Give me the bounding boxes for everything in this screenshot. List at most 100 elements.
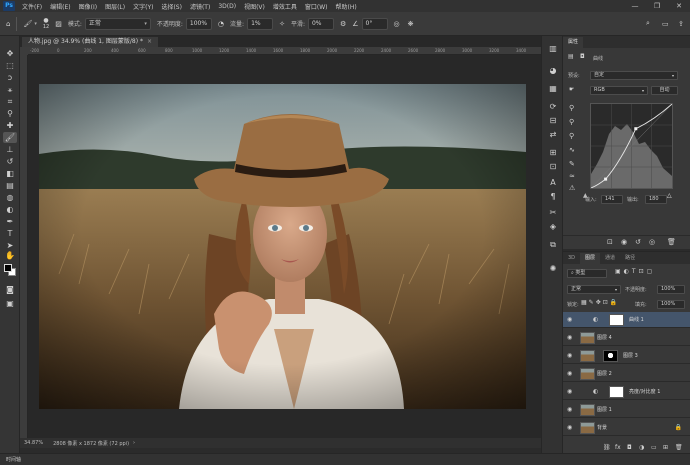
quick-mask-icon[interactable]: ◙ <box>3 284 17 295</box>
eyedropper-black-icon[interactable]: ⚲ <box>569 104 574 112</box>
auto-button[interactable]: 自动 <box>651 86 678 95</box>
pen-tool-icon[interactable]: ✒ <box>3 216 17 227</box>
status-arrow-icon[interactable]: › <box>133 440 135 446</box>
character-panel-icon[interactable]: A <box>547 178 559 188</box>
preset-select[interactable]: 自定 ▾ <box>590 71 678 80</box>
angle-input[interactable]: 0° <box>361 17 388 30</box>
menu-view[interactable]: 视图(V) <box>240 2 269 11</box>
search-icon[interactable]: ⌕ <box>646 19 650 28</box>
layer-filter-select[interactable]: ⌕ 类型 <box>567 269 607 278</box>
menu-image[interactable]: 图像(I) <box>75 2 101 11</box>
minimize-button[interactable]: — <box>624 0 646 12</box>
add-mask-icon[interactable]: ◘ <box>627 444 632 451</box>
hand-tool-icon[interactable]: ✋ <box>3 250 17 261</box>
stamp-tool-icon[interactable]: ⊥ <box>3 144 17 155</box>
timeline-tab[interactable]: 时间轴 <box>6 456 21 463</box>
layer-row[interactable]: ◉ 图层 3 <box>563 348 690 364</box>
actions-panel-icon[interactable]: ⟳ <box>547 102 559 112</box>
layer-mask-thumbnail[interactable] <box>609 386 624 398</box>
eye-icon[interactable]: ◉ <box>567 334 572 341</box>
eye-icon[interactable]: ◉ <box>567 352 572 359</box>
brush-tool-icon[interactable]: 🖌 ▾ <box>23 20 36 28</box>
new-group-icon[interactable]: ▭ <box>651 444 657 451</box>
smooth-input[interactable]: 0% <box>307 17 334 30</box>
visibility-icon[interactable]: ◎ <box>649 238 655 246</box>
clipping-warning-icon[interactable]: ⚠ <box>569 184 575 192</box>
eye-icon[interactable]: ◉ <box>567 406 572 413</box>
opacity-input[interactable]: 100% <box>185 17 212 30</box>
layer-mask-icon[interactable]: ◘ <box>580 53 585 60</box>
layer-thumbnail[interactable] <box>580 350 595 362</box>
menu-3d[interactable]: 3D(D) <box>214 3 240 10</box>
layer-mask-thumbnail[interactable] <box>603 350 618 362</box>
document-tab[interactable]: 人物.jpg @ 34.9% (曲线 1, 图层蒙版/8) * × <box>22 37 158 47</box>
new-adjustment-icon[interactable]: ◑ <box>639 444 644 451</box>
tab-layers[interactable]: 图层 <box>580 253 601 264</box>
type-tool-icon[interactable]: T <box>3 228 17 239</box>
layer-comps-icon[interactable]: ⊡ <box>547 162 559 172</box>
flow-input[interactable]: 1% <box>247 17 274 30</box>
white-point-slider[interactable]: △ <box>667 192 672 199</box>
menu-plugins[interactable]: 增效工具 <box>269 2 301 11</box>
layer-row[interactable]: ◉ 图层 2 <box>563 366 690 382</box>
layer-thumbnail[interactable] <box>580 404 595 416</box>
layer-thumbnail[interactable] <box>580 368 595 380</box>
size-pressure-icon[interactable]: ◎ <box>394 20 400 28</box>
delete-layer-icon[interactable]: 🗑 <box>675 444 683 451</box>
reset-icon[interactable]: ↺ <box>635 238 641 246</box>
lasso-tool-icon[interactable]: ↄ <box>3 72 17 83</box>
curve-control-point[interactable] <box>634 127 638 131</box>
layer-row[interactable]: ◉ ◐ 亮度/对比度 1 <box>563 384 690 400</box>
eyedropper-gray-icon[interactable]: ⚲ <box>569 118 574 126</box>
app-logo[interactable]: Ps <box>3 1 15 11</box>
opacity-pressure-icon[interactable]: ◔ <box>218 20 224 28</box>
blur-tool-icon[interactable]: ◍ <box>3 192 17 203</box>
layer-row[interactable]: ◉ ◐ 曲线 1 <box>563 312 690 328</box>
menu-window[interactable]: 窗口(W) <box>301 2 332 11</box>
magic-wand-tool-icon[interactable]: ⚹ <box>3 84 17 95</box>
layer-row[interactable]: ◉ 图层 1 <box>563 402 690 418</box>
eye-icon[interactable]: ◉ <box>567 316 572 323</box>
paths-panel-icon[interactable]: ⊞ <box>547 148 559 158</box>
dodge-tool-icon[interactable]: ◐ <box>3 204 17 215</box>
symmetry-icon[interactable]: ❋ <box>408 20 414 28</box>
portrait-photo[interactable] <box>39 84 526 409</box>
layer-row[interactable]: ◉ 图层 4 <box>563 330 690 346</box>
eyedropper-white-icon[interactable]: ⚲ <box>569 132 574 140</box>
eye-icon[interactable]: ◉ <box>567 370 572 377</box>
navigator-icon[interactable]: ◈ <box>547 222 559 232</box>
delete-adjustment-icon[interactable]: 🗑 <box>667 238 676 246</box>
paragraph-panel-icon[interactable]: ¶ <box>547 192 559 202</box>
crop-tool-icon[interactable]: ⌗ <box>3 96 17 107</box>
output-value-field[interactable]: 180 <box>645 195 667 204</box>
info-panel-icon[interactable]: ✺ <box>547 264 559 274</box>
tab-channels[interactable]: 通道 <box>600 253 620 264</box>
adjust-panel-icon[interactable]: ⇄ <box>547 130 559 140</box>
restore-button[interactable]: ❐ <box>646 0 668 12</box>
mode-select[interactable]: 正常 ▾ <box>84 17 151 30</box>
brush-tool-active-icon[interactable]: 🖌 <box>3 132 17 143</box>
eyedropper-tool-icon[interactable]: ⚲ <box>3 108 17 119</box>
angle-icon[interactable]: ∠ <box>352 20 358 28</box>
pencil-icon[interactable]: ✎ <box>569 160 575 168</box>
zoom-level[interactable]: 34.87% <box>24 440 43 446</box>
canvas-workspace[interactable] <box>28 55 541 438</box>
brush-panel-icon[interactable]: ⊟ <box>547 116 559 126</box>
input-value-field[interactable]: 141 <box>601 195 623 204</box>
clone-source-icon[interactable]: ⧉ <box>547 240 559 250</box>
menu-type[interactable]: 文字(Y) <box>129 2 157 11</box>
curve-control-point[interactable] <box>604 177 608 181</box>
tab-3d[interactable]: 3D <box>563 253 580 264</box>
curve-points-icon[interactable]: ∿ <box>569 146 575 154</box>
home-icon[interactable]: ⌂ <box>6 20 10 28</box>
clip-to-layer-icon[interactable]: ⊡ <box>607 238 613 246</box>
layer-row[interactable]: ◉ 背景 🔒 <box>563 420 690 436</box>
swatches-panel-icon[interactable]: ▦ <box>547 84 559 94</box>
tab-properties[interactable]: 属性 <box>563 37 584 48</box>
screen-mode-icon[interactable]: ▣ <box>3 298 17 309</box>
close-tab-icon[interactable]: × <box>147 38 152 45</box>
airbrush-icon[interactable]: ✧ <box>279 20 285 28</box>
move-tool-icon[interactable]: ✥ <box>3 48 17 59</box>
menu-select[interactable]: 选择(S) <box>157 2 186 11</box>
color-panel-icon[interactable]: ◕ <box>547 66 559 76</box>
